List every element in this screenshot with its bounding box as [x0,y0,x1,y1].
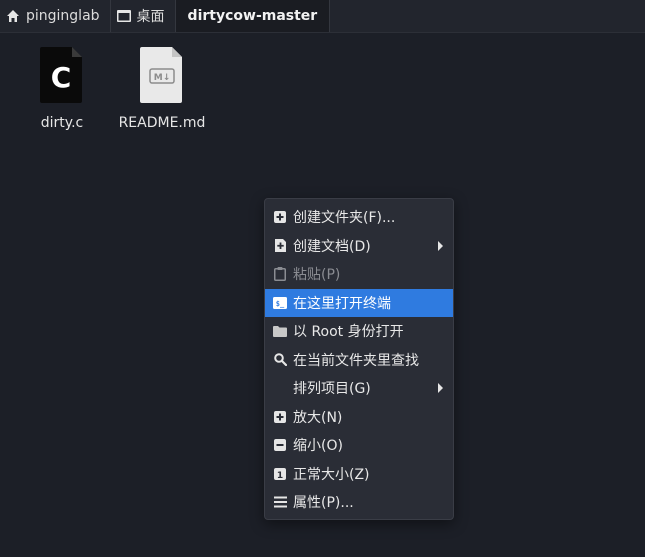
menu-item-label: 创建文档(D) [293,238,371,255]
menu-item-label: 正常大小(Z) [293,466,370,483]
file-name: README.md [118,115,206,131]
svg-text:M↓: M↓ [154,73,171,83]
menu-item-create-document[interactable]: 创建文档(D) [265,232,453,261]
search-icon [273,353,287,367]
svg-text:1: 1 [277,471,283,480]
menu-item-label: 粘贴(P) [293,267,341,284]
file-name: dirty.c [40,115,84,131]
menu-item-label: 缩小(O) [293,438,343,455]
breadcrumb-home[interactable]: pinginglab [0,0,111,32]
menu-item-search-folder[interactable]: 在当前文件夹里查找 [265,346,453,375]
menu-item-open-as-root[interactable]: 以 Root 身份打开 [265,317,453,346]
menu-item-label: 属性(P)... [293,495,354,512]
breadcrumb-label: 桌面 [136,9,165,25]
menu-item-create-folder[interactable]: 创建文件夹(F)... [265,203,453,232]
submenu-arrow-icon [438,383,443,394]
clipboard-icon [273,267,287,282]
breadcrumb-label: dirtycow-master [187,8,318,24]
menu-item-zoom-in[interactable]: 放大(N) [265,403,453,432]
zoom-in-icon [273,410,287,424]
menu-item-label: 放大(N) [293,409,343,426]
menu-item-label: 创建文件夹(F)... [293,210,396,227]
c-source-file-icon: C [40,47,84,107]
folder-icon [273,324,287,338]
add-document-icon [273,239,287,253]
menu-item-open-terminal[interactable]: $_ 在这里打开终端 [265,288,453,317]
breadcrumb-current[interactable]: dirtycow-master [175,0,331,32]
context-menu: 创建文件夹(F)... 创建文档(D) 粘贴(P) $_ 在这里打开终端 以 R… [264,198,454,520]
submenu-arrow-icon [438,240,443,251]
file-item[interactable]: C dirty.c [14,47,110,131]
menu-item-label: 以 Root 身份打开 [293,324,404,341]
breadcrumb-desktop[interactable]: 桌面 [111,0,176,32]
add-folder-icon [273,210,287,224]
menu-item-properties[interactable]: 属性(P)... [265,488,453,517]
menu-item-zoom-out[interactable]: 缩小(O) [265,431,453,460]
menu-item-arrange-items[interactable]: 排列项目(G) [265,374,453,403]
breadcrumb-label: pinginglab [26,8,100,24]
zoom-out-icon [273,438,287,452]
properties-icon [273,495,287,509]
menu-item-label: 在当前文件夹里查找 [293,352,419,369]
terminal-icon: $_ [273,296,287,310]
menu-item-paste[interactable]: 粘贴(P) [265,260,453,289]
file-item[interactable]: M↓ README.md [114,47,210,131]
svg-text:C: C [51,61,72,94]
menu-item-label: 在这里打开终端 [293,295,391,312]
menu-item-label: 排列项目(G) [293,381,371,398]
home-icon [6,9,20,23]
markdown-file-icon: M↓ [140,47,184,107]
menu-item-normal-size[interactable]: 1 正常大小(Z) [265,460,453,489]
zoom-normal-icon: 1 [273,467,287,481]
desktop-icon [116,10,131,22]
path-bar: pinginglab 桌面 dirtycow-master [0,0,645,33]
svg-text:$_: $_ [276,300,285,308]
